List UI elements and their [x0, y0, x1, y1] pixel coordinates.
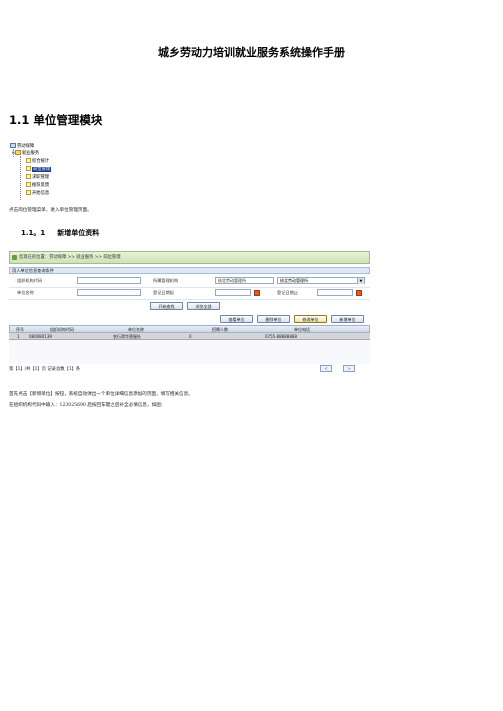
delete-unit-button[interactable]: 删除单位: [257, 315, 290, 323]
tree-item-statistics[interactable]: 综合统计: [26, 158, 49, 165]
breadcrumb-text: 您现在的位置：劳动保障 >> 就业服务 >> 岗位管理: [19, 255, 121, 260]
reg-date-start-label: 登记日期起: [153, 290, 174, 295]
reg-date-end-label: 登记日期止: [277, 290, 298, 295]
row-unit-name: 农行滑华营服社: [113, 334, 141, 339]
belong-org-input[interactable]: 核北劳动管理所: [215, 277, 274, 284]
prev-page-button[interactable]: <: [320, 365, 332, 372]
tree-item-label: 综合统计: [32, 159, 50, 164]
tree-item-job-seeking[interactable]: 求职管理: [26, 174, 49, 181]
belong-org-select[interactable]: 核北劳动管理所 ▼: [277, 277, 365, 284]
unit-name-label: 单位名称: [17, 290, 34, 295]
document-icon: [26, 174, 31, 179]
column-header: 单位电话: [294, 327, 310, 332]
document-title: 城乡劳动力培训就业服务系统操作手册: [158, 46, 345, 59]
unit-management-screen: 您现在的位置：劳动保障 >> 就业服务 >> 岗位管理 用人单位信息查询条件 组…: [9, 251, 370, 383]
column-header: 组织机构代码: [50, 327, 74, 332]
subsection-title: 新增单位资料: [57, 229, 100, 237]
search-button[interactable]: 开始查找: [150, 302, 183, 310]
tree-item-label: 求职管理: [32, 175, 50, 180]
document-icon: [26, 182, 31, 187]
body-paragraph: 首先点击【新增单位】按钮，系统自动弹出一个单位详细信息添加的页面，填写相关信息。: [9, 392, 193, 397]
table-row[interactable]: 1 080080139 农行滑华营服社 0 0755-88888888: [9, 333, 370, 340]
globe-icon: [10, 143, 16, 148]
tree-item-label: 开始信息: [32, 191, 50, 196]
intro-paragraph: 点击岗位管理菜单，进入单位管理页面。: [9, 208, 92, 213]
modify-unit-button[interactable]: 修改单位: [294, 315, 327, 323]
org-code-input[interactable]: [77, 277, 141, 284]
column-header: 单位名称: [128, 327, 144, 332]
tree-folder[interactable]: ⊟ 就业服务: [12, 150, 39, 157]
view-unit-button[interactable]: 查看单位: [220, 315, 253, 323]
breadcrumb: 您现在的位置：劳动保障 >> 就业服务 >> 岗位管理: [9, 251, 370, 264]
column-header: 招聘人数: [212, 327, 228, 332]
show-all-button[interactable]: 浏览全部: [187, 302, 220, 310]
belong-org-select-value: 核北劳动管理所: [280, 278, 308, 283]
tree-folder-label: 就业服务: [21, 151, 40, 156]
tree-item-start-info[interactable]: 开始信息: [26, 190, 49, 197]
tree-root-label: 劳动保障: [17, 144, 35, 149]
tree-item-feedback[interactable]: 推荐反馈: [26, 182, 49, 189]
row-index: 1: [17, 334, 20, 339]
org-code-label: 组织机构代码: [17, 278, 43, 283]
document-icon: [26, 166, 31, 171]
unit-name-input[interactable]: [77, 289, 141, 296]
reg-date-start-input[interactable]: [215, 289, 251, 296]
location-icon: [12, 255, 17, 260]
subsection-number: 1.1。1: [21, 229, 46, 237]
dropdown-arrow-icon: ▼: [357, 278, 364, 284]
query-panel-title: 用人单位信息查询条件: [9, 267, 370, 274]
document-icon: [26, 158, 31, 163]
calendar-icon[interactable]: [254, 289, 260, 296]
reg-date-end-input[interactable]: [317, 289, 353, 296]
row-org-code: 080080139: [29, 334, 52, 339]
tree-item-post-management[interactable]: 岗位管理: [26, 166, 52, 173]
next-page-button[interactable]: >: [343, 365, 355, 372]
tree-root[interactable]: 劳动保障: [10, 143, 34, 150]
add-unit-button[interactable]: 新增单位: [331, 315, 364, 323]
column-header: 序号: [16, 327, 24, 332]
query-row-2: 单位名称 登记日期起 登记日期止: [9, 287, 370, 300]
grid-header: 序号 组织机构代码 单位名称 招聘人数 单位电话: [9, 325, 370, 333]
tree-item-label: 岗位管理: [32, 167, 52, 172]
body-paragraph: 在组织机构代码中输入：123025690 后按回车键之后补全必填信息，如图：: [9, 403, 166, 408]
pager-text: 第【1】/共【1】页 记录总数【1】条: [9, 367, 81, 372]
tree-connector: [20, 156, 21, 200]
grid-empty-area: [9, 340, 370, 364]
subsection-heading: 1.1。1 新增单位资料: [21, 228, 99, 238]
belong-org-label: 所属管理机构: [153, 278, 179, 283]
tree-item-label: 推荐反馈: [32, 183, 50, 188]
folder-open-icon: [14, 150, 21, 155]
calendar-icon[interactable]: [356, 289, 362, 296]
section-heading: 1.1 单位管理模块: [9, 113, 103, 127]
document-icon: [26, 190, 31, 195]
row-phone: 0755-88888888: [265, 334, 297, 339]
row-recruit-count: 0: [189, 334, 192, 339]
